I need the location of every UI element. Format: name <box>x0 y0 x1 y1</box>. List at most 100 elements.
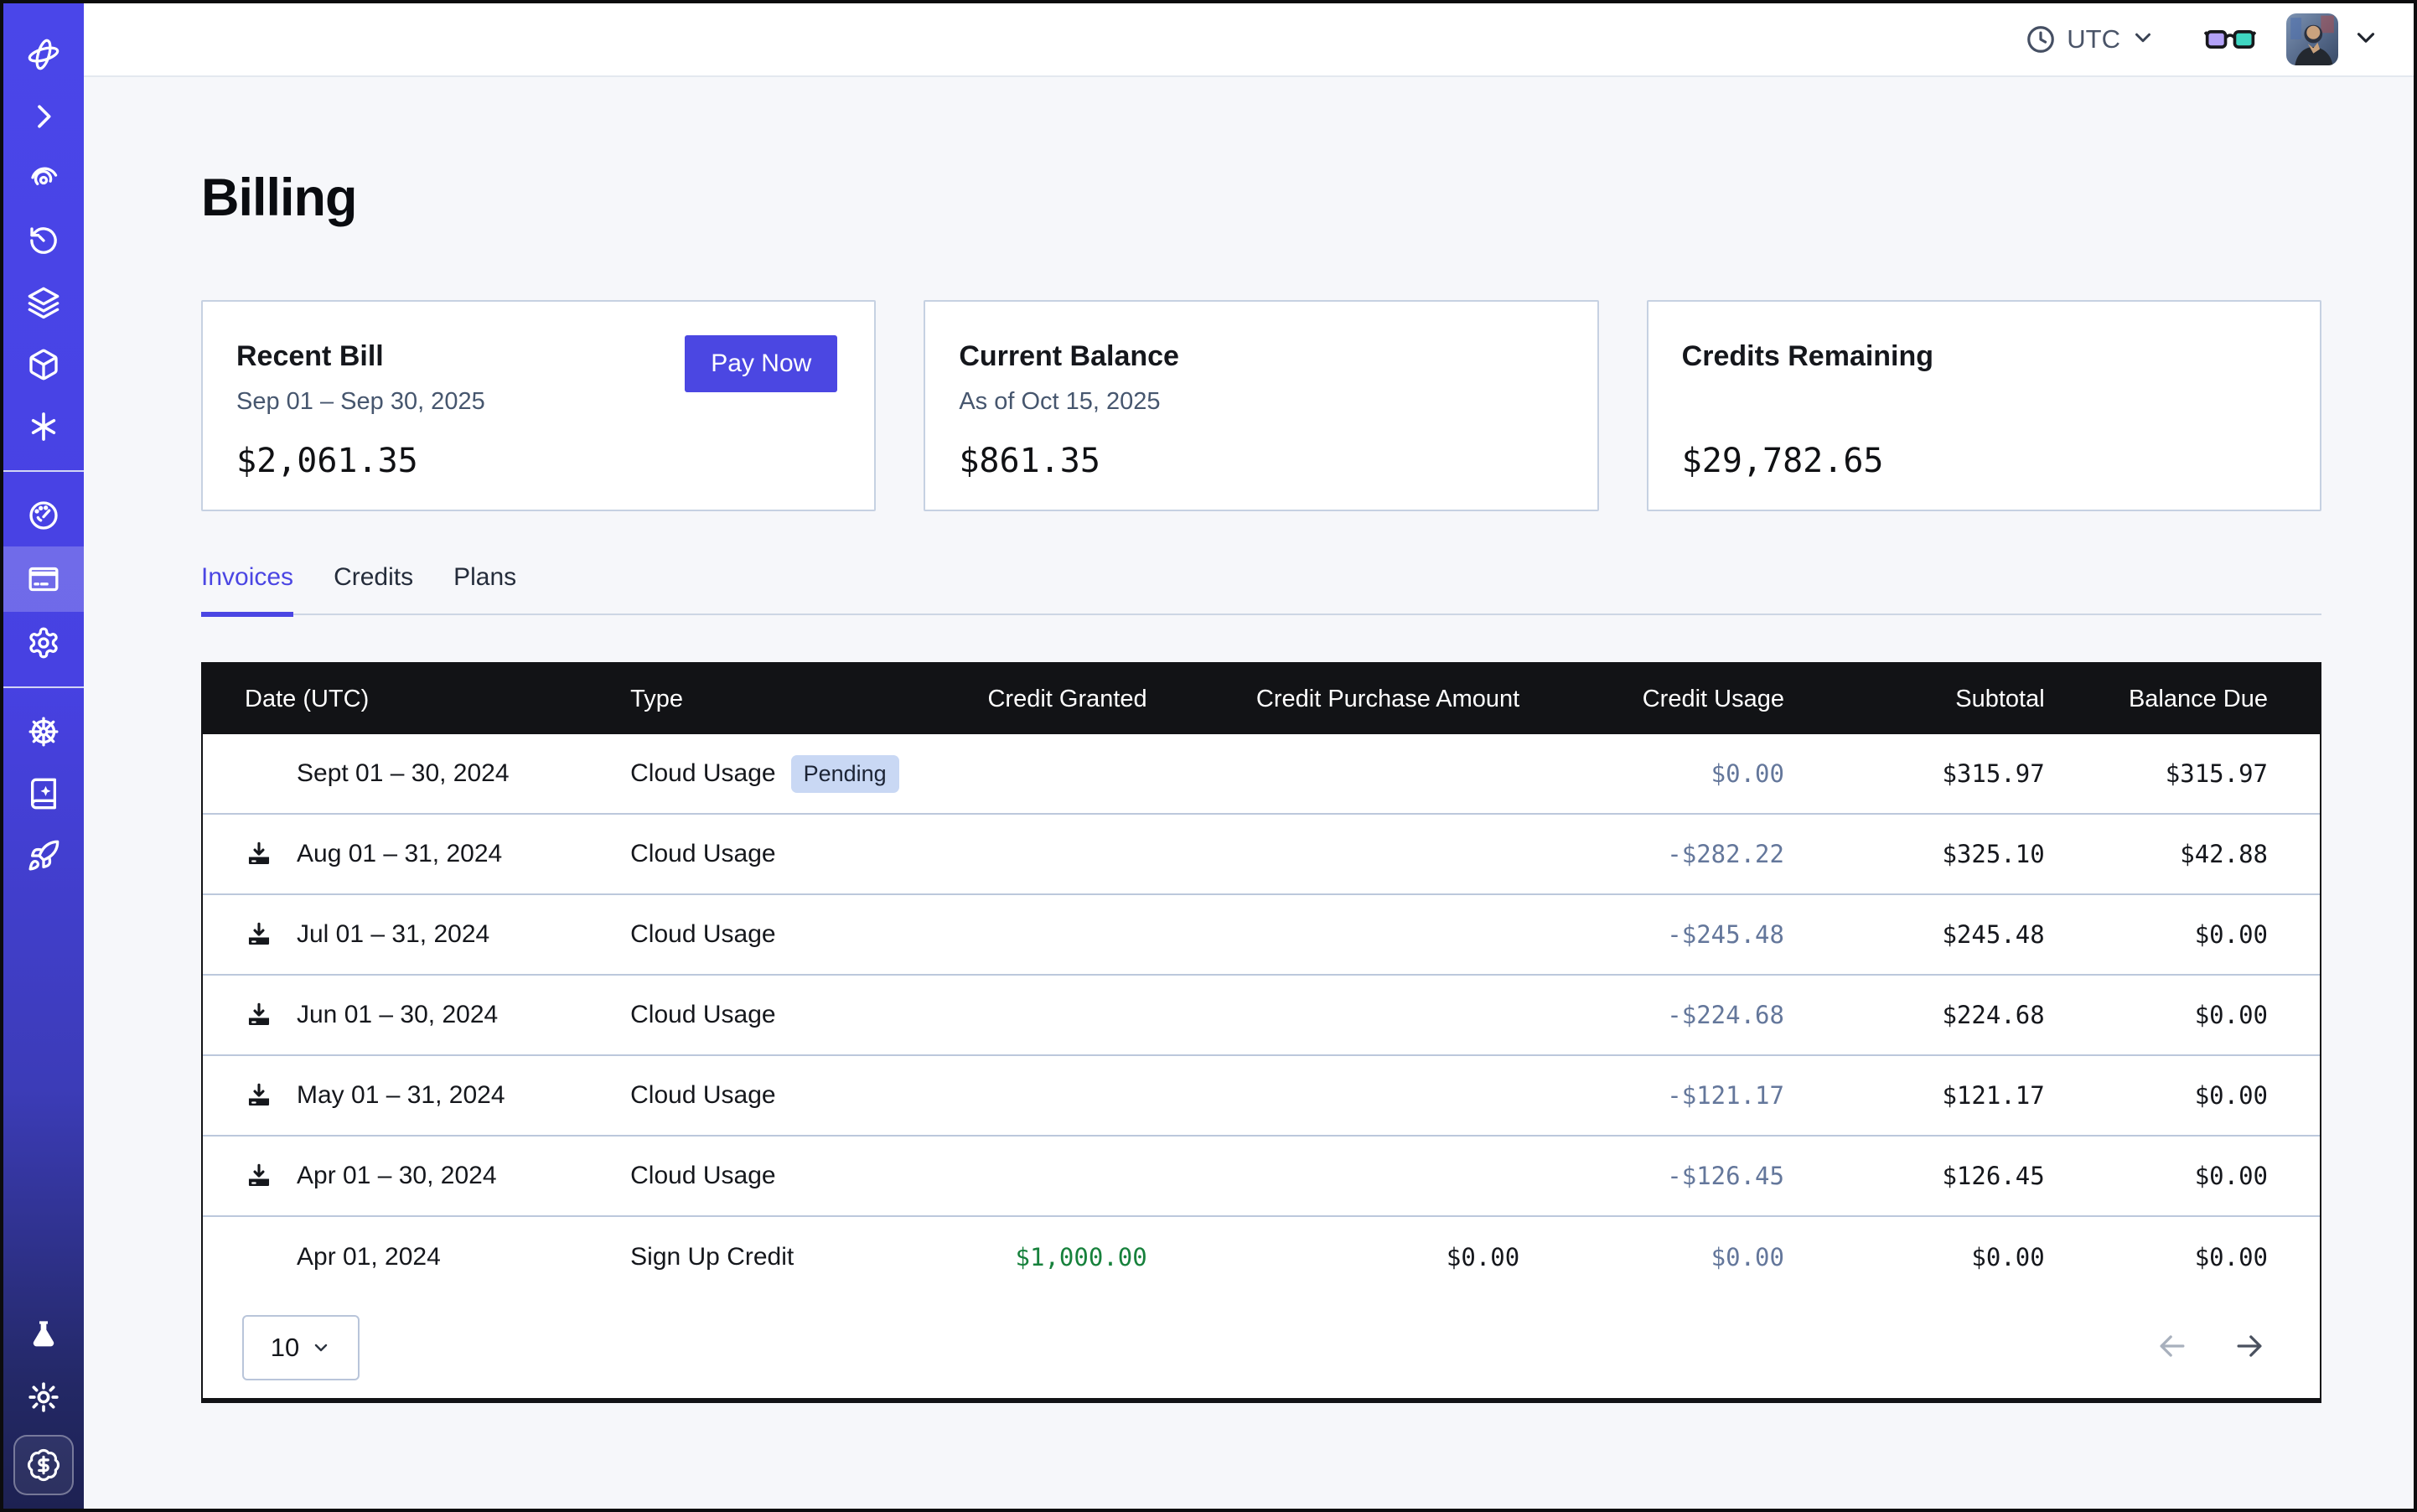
credits-remaining-amount: $29,782.65 <box>1682 442 2286 480</box>
subtotal-value: $245.48 <box>1793 920 2053 949</box>
box-icon[interactable] <box>3 334 84 396</box>
download-invoice-icon[interactable] <box>245 1081 297 1110</box>
invoice-type: Cloud Usage <box>630 920 775 949</box>
sidebar-bottom-group <box>3 1304 84 1509</box>
invoice-row[interactable]: May 01 – 31, 2024 Cloud Usage -$121.17 $… <box>203 1056 2320 1137</box>
download-invoice-icon[interactable] <box>245 1001 297 1029</box>
next-page-button[interactable] <box>2231 1328 2268 1369</box>
subtotal-value: $0.00 <box>1793 1243 2053 1271</box>
subtotal-value: $126.45 <box>1793 1162 2053 1190</box>
invoice-type: Cloud Usage <box>630 1081 775 1110</box>
billing-tabs: Invoices Credits Plans <box>201 563 2321 615</box>
invoice-row[interactable]: Sept 01 – 30, 2024 Cloud Usage Pending $… <box>203 734 2320 815</box>
column-header-credit-purchase: Credit Purchase Amount <box>1156 686 1529 713</box>
balance-due-value: $0.00 <box>2053 920 2320 949</box>
subtotal-value: $315.97 <box>1793 759 2053 788</box>
usage-gauge-icon[interactable] <box>3 484 84 546</box>
balance-due-value: $0.00 <box>2053 1081 2320 1110</box>
tab-credits[interactable]: Credits <box>334 563 413 614</box>
credits-remaining-card: Credits Remaining $29,782.65 <box>1647 300 2321 511</box>
sidebar <box>3 3 84 1509</box>
timezone-selector[interactable]: UTC <box>2025 23 2156 55</box>
invoices-table: Date (UTC) Type Credit Granted Credit Pu… <box>201 662 2321 1403</box>
credit-usage-value: -$121.17 <box>1528 1081 1793 1110</box>
chevron-down-icon <box>2130 25 2156 54</box>
invoice-type-cell: Sign Up Credit <box>622 1243 944 1271</box>
invoice-row[interactable]: Aug 01 – 31, 2024 Cloud Usage -$282.22 $… <box>203 815 2320 895</box>
balance-due-value: $0.00 <box>2053 1001 2320 1029</box>
balance-as-of: As of Oct 15, 2025 <box>959 388 1563 420</box>
page-title: Billing <box>201 168 2321 228</box>
pay-now-button[interactable]: Pay Now <box>685 335 837 392</box>
card-title: Current Balance <box>959 340 1563 373</box>
download-invoice-icon[interactable] <box>245 920 297 949</box>
invoice-date-cell: Apr 01 – 30, 2024 <box>203 1162 622 1190</box>
spiral-eye-icon[interactable] <box>3 148 84 210</box>
invoice-date-cell: Jun 01 – 30, 2024 <box>203 1001 622 1029</box>
download-invoice-icon[interactable] <box>245 759 297 788</box>
invoice-row[interactable]: Apr 01, 2024 Sign Up Credit $1,000.00 $0… <box>203 1217 2320 1297</box>
current-balance-amount: $861.35 <box>959 442 1563 480</box>
glasses-icon[interactable] <box>2204 20 2256 59</box>
flask-icon[interactable] <box>27 1304 60 1366</box>
status-badge: Pending <box>791 755 899 793</box>
subtotal-value: $325.10 <box>1793 840 2053 868</box>
app-window: UTC <box>0 0 2417 1512</box>
user-menu-chevron-icon[interactable] <box>2352 23 2380 56</box>
card-subtitle-empty <box>1682 388 2286 420</box>
invoice-type: Sign Up Credit <box>630 1243 794 1271</box>
invoice-date-cell: Apr 01, 2024 <box>203 1243 622 1271</box>
main-area: UTC <box>84 3 2414 1509</box>
topbar: UTC <box>84 3 2414 77</box>
tab-plans[interactable]: Plans <box>453 563 516 614</box>
billing-period: Sep 01 – Sep 30, 2025 <box>236 388 841 420</box>
invoice-date: Sept 01 – 30, 2024 <box>297 759 510 788</box>
balance-due-value: $315.97 <box>2053 759 2320 788</box>
credit-usage-value: $0.00 <box>1528 759 1793 788</box>
invoice-date-cell: Sept 01 – 30, 2024 <box>203 759 622 788</box>
credit-usage-value: -$245.48 <box>1528 920 1793 949</box>
asterisk-icon[interactable] <box>3 396 84 458</box>
sidebar-divider <box>3 686 84 688</box>
column-header-type: Type <box>622 686 944 713</box>
invoice-date-cell: Aug 01 – 31, 2024 <box>203 840 622 868</box>
invoice-row[interactable]: Jul 01 – 31, 2024 Cloud Usage -$245.48 $… <box>203 895 2320 976</box>
page-size-value: 10 <box>271 1333 299 1363</box>
pagination <box>2154 1328 2268 1369</box>
balance-due-value: $42.88 <box>2053 840 2320 868</box>
column-header-subtotal: Subtotal <box>1793 686 2053 713</box>
invoice-date: May 01 – 31, 2024 <box>297 1081 505 1110</box>
subtotal-value: $121.17 <box>1793 1081 2053 1110</box>
invoice-type: Cloud Usage <box>630 1001 775 1029</box>
balance-due-value: $0.00 <box>2053 1243 2320 1271</box>
download-invoice-icon[interactable] <box>245 840 297 868</box>
previous-page-button[interactable] <box>2154 1328 2191 1369</box>
invoice-row[interactable]: Apr 01 – 30, 2024 Cloud Usage -$126.45 $… <box>203 1137 2320 1217</box>
credit-usage-value: $0.00 <box>1528 1243 1793 1271</box>
credit-usage-value: -$224.68 <box>1528 1001 1793 1029</box>
book-sparkles-icon[interactable] <box>3 763 84 825</box>
sidebar-item-billing[interactable] <box>3 546 84 612</box>
invoice-date-cell: May 01 – 31, 2024 <box>203 1081 622 1110</box>
orbit-logo-icon[interactable] <box>3 23 84 85</box>
page-size-select[interactable]: 10 <box>242 1315 360 1380</box>
ship-wheel-icon[interactable] <box>3 701 84 763</box>
tab-invoices[interactable]: Invoices <box>201 563 293 614</box>
credit-granted-value: $1,000.00 <box>944 1243 1156 1271</box>
subtotal-value: $224.68 <box>1793 1001 2053 1029</box>
expand-sidebar-button[interactable] <box>3 85 84 148</box>
rocket-icon[interactable] <box>3 825 84 887</box>
download-invoice-icon[interactable] <box>245 1243 297 1271</box>
history-timer-icon[interactable] <box>3 210 84 272</box>
dollar-badge-button[interactable] <box>13 1435 74 1495</box>
credit-purchase-value: $0.00 <box>1156 1243 1529 1271</box>
sun-icon[interactable] <box>27 1366 60 1428</box>
invoice-type: Cloud Usage <box>630 1162 775 1190</box>
download-invoice-icon[interactable] <box>245 1162 297 1190</box>
avatar[interactable] <box>2286 13 2338 65</box>
invoice-date: Aug 01 – 31, 2024 <box>297 840 502 868</box>
layers-icon[interactable] <box>3 272 84 334</box>
sidebar-item-settings[interactable] <box>3 612 84 674</box>
recent-bill-card: Recent Bill Sep 01 – Sep 30, 2025 $2,061… <box>201 300 876 511</box>
invoice-row[interactable]: Jun 01 – 30, 2024 Cloud Usage -$224.68 $… <box>203 976 2320 1056</box>
